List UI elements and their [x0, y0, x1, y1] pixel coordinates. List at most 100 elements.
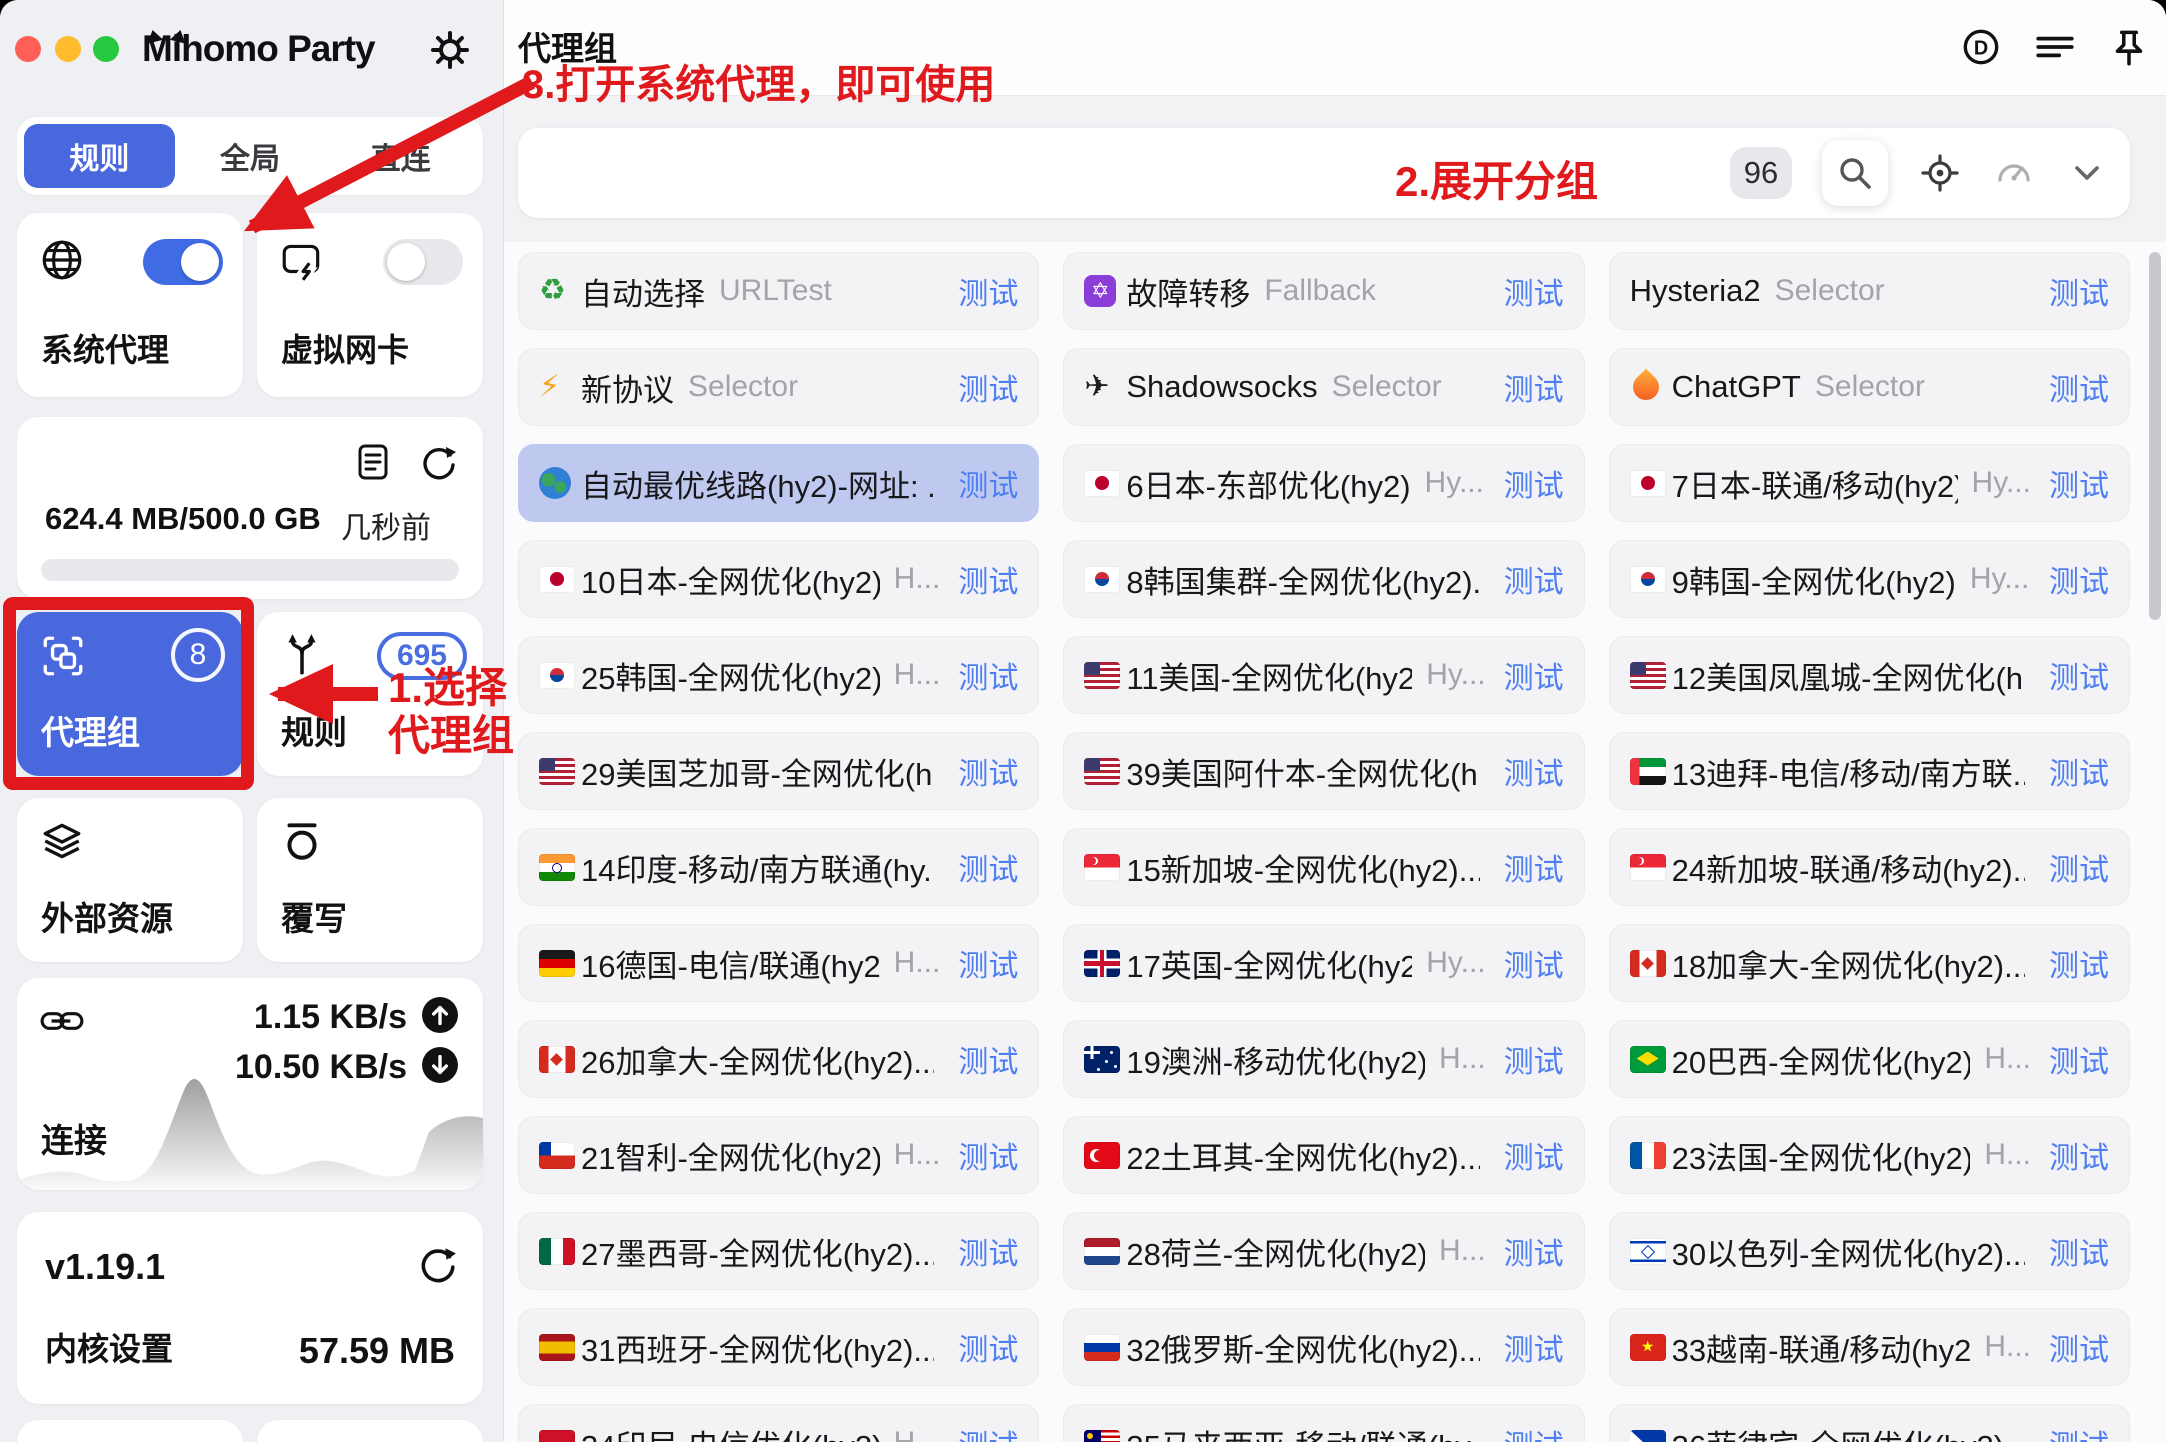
proxy-group-card[interactable]: 14印度-移动/南方联通(hy...测试 — [518, 828, 1039, 906]
delay-test-button[interactable]: 测试 — [948, 557, 1018, 601]
proxy-group-card[interactable]: 15新加坡-全网优化(hy2)...测试 — [1063, 828, 1584, 906]
group-toolbar[interactable]: 2.展开分组 96 — [518, 128, 2130, 218]
proxy-group-card[interactable]: 33越南-联通/移动(hy2)H...测试 — [1609, 1308, 2130, 1386]
delay-test-button[interactable]: 测试 — [2039, 845, 2109, 889]
delay-test-button[interactable]: 测试 — [1494, 845, 1564, 889]
delay-test-button[interactable]: 测试 — [948, 1325, 1018, 1369]
profile-refresh-icon[interactable] — [419, 443, 457, 486]
delay-test-button[interactable]: 测试 — [1494, 365, 1564, 409]
proxy-group-card[interactable]: 13迪拜-电信/移动/南方联...测试 — [1609, 732, 2130, 810]
proxy-group-card[interactable]: 9韩国-全网优化(hy2)Hy...测试 — [1609, 540, 2130, 618]
delay-test-button[interactable]: 测试 — [1494, 1325, 1564, 1369]
scrollbar-thumb[interactable] — [2149, 252, 2161, 620]
system-proxy-card[interactable]: 系统代理 — [17, 213, 243, 397]
proxy-group-card[interactable]: 20巴西-全网优化(hy2)H...测试 — [1609, 1020, 2130, 1098]
proxy-group-card[interactable]: ChatGPTSelector测试 — [1609, 348, 2130, 426]
delay-test-button[interactable]: 测试 — [1494, 1421, 1564, 1442]
collapse-chevron-icon[interactable] — [2066, 152, 2108, 194]
delay-test-button[interactable]: 测试 — [1494, 749, 1564, 793]
proxy-group-card[interactable]: ♻自动选择URLTest测试 — [518, 252, 1039, 330]
delay-test-button[interactable]: 测试 — [2039, 653, 2109, 697]
proxy-group-card[interactable]: 23法国-全网优化(hy2)H...测试 — [1609, 1116, 2130, 1194]
delay-test-button[interactable]: 测试 — [2039, 269, 2109, 313]
profile-card[interactable]: 624.4 MB/500.0 GB 几秒前 — [17, 417, 483, 599]
proxy-group-card[interactable]: 11美国-全网优化(hy2)Hy...测试 — [1063, 636, 1584, 714]
proxy-group-card[interactable]: 36菲律宾-全网优化(hy2)...测试 — [1609, 1404, 2130, 1442]
theme-d-icon[interactable]: D — [1958, 24, 2004, 70]
tab-direct[interactable]: 直连 — [325, 124, 476, 188]
delay-test-button[interactable]: 测试 — [1494, 941, 1564, 985]
connections-card[interactable]: 1.15 KB/s 10.50 KB/s 连接 — [17, 978, 483, 1190]
search-button[interactable] — [1822, 140, 1888, 206]
delay-test-button[interactable]: 测试 — [1494, 1133, 1564, 1177]
proxy-group-card[interactable]: ⚡新协议Selector测试 — [518, 348, 1039, 426]
proxy-group-card[interactable]: 6日本-东部优化(hy2)Hy...测试 — [1063, 444, 1584, 522]
delay-test-button[interactable]: 测试 — [948, 269, 1018, 313]
proxy-group-card[interactable]: ✡故障转移Fallback测试 — [1063, 252, 1584, 330]
delay-test-button[interactable]: 测试 — [948, 1037, 1018, 1081]
proxy-group-card[interactable]: 29美国芝加哥-全网优化(h...测试 — [518, 732, 1039, 810]
delay-test-button[interactable]: 测试 — [1494, 1229, 1564, 1273]
minimize-button[interactable] — [55, 36, 81, 62]
locate-icon[interactable] — [1918, 151, 1962, 195]
delay-test-button[interactable]: 测试 — [948, 461, 1018, 505]
system-proxy-toggle[interactable] — [143, 239, 223, 285]
delay-test-button[interactable]: 测试 — [2039, 461, 2109, 505]
proxy-group-card[interactable]: 34印尼-电信优化(hy2)H...测试 — [518, 1404, 1039, 1442]
delay-test-button[interactable]: 测试 — [2039, 1421, 2109, 1442]
proxy-group-card[interactable]: 27墨西哥-全网优化(hy2)...测试 — [518, 1212, 1039, 1290]
proxy-group-card[interactable]: 26加拿大-全网优化(hy2)...测试 — [518, 1020, 1039, 1098]
pin-icon[interactable] — [2106, 24, 2152, 70]
proxy-group-card[interactable]: 10日本-全网优化(hy2)H...测试 — [518, 540, 1039, 618]
proxy-group-card[interactable]: 自动最优线路(hy2)-网址: ...测试 — [518, 444, 1039, 522]
delay-test-button[interactable]: 测试 — [2039, 557, 2109, 601]
delay-test-button[interactable]: 测试 — [1494, 653, 1564, 697]
proxy-group-card[interactable]: 12美国凤凰城-全网优化(h...测试 — [1609, 636, 2130, 714]
proxy-group-card[interactable]: 19澳洲-移动优化(hy2)H...测试 — [1063, 1020, 1584, 1098]
delay-test-button[interactable]: 测试 — [1494, 269, 1564, 313]
delay-test-button[interactable]: 测试 — [1494, 557, 1564, 601]
profile-doc-icon[interactable] — [355, 443, 391, 486]
delay-test-button[interactable]: 测试 — [948, 749, 1018, 793]
delay-test-button[interactable]: 测试 — [2039, 365, 2109, 409]
tun-card[interactable]: 虚拟网卡 — [257, 213, 483, 397]
delay-test-button[interactable]: 测试 — [2039, 1325, 2109, 1369]
proxy-group-card[interactable]: 39美国阿什本-全网优化(h...测试 — [1063, 732, 1584, 810]
sidebar-partial-card-right[interactable] — [257, 1420, 483, 1442]
proxy-group-card[interactable]: 31西班牙-全网优化(hy2)...测试 — [518, 1308, 1039, 1386]
maximize-button[interactable] — [93, 36, 119, 62]
proxy-group-card[interactable]: 18加拿大-全网优化(hy2)...测试 — [1609, 924, 2130, 1002]
proxy-group-card[interactable]: ✈ShadowsocksSelector测试 — [1063, 348, 1584, 426]
delay-test-button[interactable]: 测试 — [948, 365, 1018, 409]
proxy-group-card[interactable]: 8韩国集群-全网优化(hy2)...测试 — [1063, 540, 1584, 618]
proxy-group-card[interactable]: 30以色列-全网优化(hy2)...测试 — [1609, 1212, 2130, 1290]
kernel-card[interactable]: v1.19.1 内核设置 57.59 MB — [17, 1212, 483, 1404]
sidebar-item-resources[interactable]: 外部资源 — [17, 798, 243, 962]
close-button[interactable] — [15, 36, 41, 62]
proxy-group-card[interactable]: 22土耳其-全网优化(hy2)...测试 — [1063, 1116, 1584, 1194]
delay-test-button[interactable]: 测试 — [1494, 1037, 1564, 1081]
delay-test-button[interactable]: 测试 — [948, 1421, 1018, 1442]
tab-global[interactable]: 全局 — [175, 124, 326, 188]
delay-test-button[interactable]: 测试 — [1494, 461, 1564, 505]
delay-test-button[interactable]: 测试 — [948, 1133, 1018, 1177]
proxy-group-card[interactable]: 35马来西亚-移动/联通(hy...测试 — [1063, 1404, 1584, 1442]
proxy-group-card[interactable]: 16德国-电信/联通(hy2)H...测试 — [518, 924, 1039, 1002]
delay-test-button[interactable]: 测试 — [2039, 941, 2109, 985]
sidebar-partial-card-left[interactable] — [17, 1420, 243, 1442]
proxy-group-card[interactable]: 32俄罗斯-全网优化(hy2)...测试 — [1063, 1308, 1584, 1386]
tun-toggle[interactable] — [383, 239, 463, 285]
delay-test-button[interactable]: 测试 — [2039, 1133, 2109, 1177]
delay-test-button[interactable]: 测试 — [948, 941, 1018, 985]
proxy-group-card[interactable]: 25韩国-全网优化(hy2)H...测试 — [518, 636, 1039, 714]
tab-rule[interactable]: 规则 — [24, 124, 175, 188]
settings-gear-icon[interactable] — [426, 26, 474, 74]
speedtest-icon[interactable] — [1992, 151, 2036, 195]
delay-test-button[interactable]: 测试 — [2039, 1229, 2109, 1273]
delay-test-button[interactable]: 测试 — [948, 1229, 1018, 1273]
proxy-group-card[interactable]: 17英国-全网优化(hy2)Hy...测试 — [1063, 924, 1584, 1002]
proxy-group-card[interactable]: 24新加坡-联通/移动(hy2)...测试 — [1609, 828, 2130, 906]
kernel-refresh-icon[interactable] — [417, 1244, 457, 1289]
sidebar-item-override[interactable]: 覆写 — [257, 798, 483, 962]
list-lines-icon[interactable] — [2032, 24, 2078, 70]
